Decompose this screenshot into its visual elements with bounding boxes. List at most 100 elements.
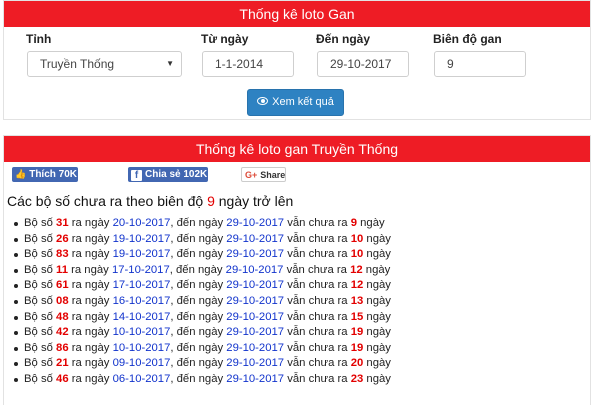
row-number: 61 [56,279,69,292]
row-label: , đến ngày [170,372,224,385]
to-date-label: Đến ngày [316,32,371,46]
row-label: vẫn chưa ra [287,217,348,229]
row-last-date: 10-10-2017 [112,341,171,354]
row-days: 12 [350,279,364,292]
row-label: ra ngày [71,341,110,354]
row-last-date: 06-10-2017 [112,372,171,385]
row-label: ra ngày [71,310,110,323]
row-label: ngày [366,341,391,354]
row-last-date: 20-10-2017 [112,217,171,229]
list-item: Bộ số 08 ra ngày 16-10-2017, đến ngày 29… [14,294,391,310]
row-last-date: 17-10-2017 [111,263,170,276]
row-end-date: 29-10-2017 [226,217,285,229]
row-end-date: 29-10-2017 [226,357,285,370]
row-label: ra ngày [71,326,110,339]
row-label: ngày [366,372,391,385]
row-end-date: 29-10-2017 [226,232,285,245]
row-number: 42 [56,326,69,339]
row-end-date: 29-10-2017 [226,294,285,307]
row-number: 11 [56,263,68,276]
row-label: , đến ngày [170,248,224,261]
row-label: ra ngày [71,357,110,370]
row-label: vẫn chưa ra [287,232,348,245]
row-end-date: 29-10-2017 [226,310,285,323]
row-label: ngày [366,232,391,245]
facebook-icon: f [131,170,142,181]
list-item: Bộ số 26 ra ngày 19-10-2017, đến ngày 29… [14,232,391,248]
row-label: , đến ngày [170,294,224,307]
row-label: Bộ số [24,341,53,354]
row-end-date: 29-10-2017 [225,263,284,276]
share-label: Chia sẻ 102K [145,169,208,180]
row-last-date: 16-10-2017 [112,294,171,307]
row-label: ra ngày [71,217,110,229]
row-label: ra ngày [71,279,110,292]
view-results-button[interactable]: Xem kết quả [247,89,344,116]
gplus-share-label: Share [260,170,286,180]
subtitle-prefix: Các bộ số chưa ra theo biên độ [7,193,204,209]
results-list: Bộ số 31 ra ngày 20-10-2017, đến ngày 29… [14,216,391,388]
search-form-panel: Thống kê loto Gan Tỉnh Truyền Thống ▼ Từ… [3,0,591,120]
province-select-value: Truyền Thống [40,57,115,71]
range-value: 9 [447,57,454,71]
province-select[interactable]: Truyền Thống ▼ [27,51,182,77]
row-label: ra ngày [71,232,110,245]
list-item: Bộ số 21 ra ngày 09-10-2017, đến ngày 29… [14,356,391,372]
row-label: vẫn chưa ra [286,263,347,276]
row-last-date: 09-10-2017 [112,357,171,370]
row-label: ngày [366,248,391,261]
row-label: vẫn chưa ra [287,248,348,261]
row-days: 19 [350,326,364,339]
row-label: , đến ngày [170,341,224,354]
to-date-input[interactable]: 29-10-2017 [317,51,409,77]
row-label: ra ngày [71,294,110,307]
row-end-date: 29-10-2017 [226,279,285,292]
row-days: 15 [350,310,364,323]
list-item: Bộ số 86 ra ngày 10-10-2017, đến ngày 29… [14,341,391,357]
row-label: Bộ số [24,232,53,245]
subtitle-range-value: 9 [207,193,215,209]
row-number: 21 [56,357,69,370]
like-label: Thích 70K [29,169,78,180]
row-end-date: 29-10-2017 [226,372,285,385]
row-number: 83 [56,248,69,261]
facebook-share-button[interactable]: f Chia sẻ 102K [128,167,208,182]
list-item: Bộ số 31 ra ngày 20-10-2017, đến ngày 29… [14,216,391,232]
facebook-like-button[interactable]: 👍 Thích 70K [12,167,78,182]
row-label: , đến ngày [170,232,224,245]
results-subtitle: Các bộ số chưa ra theo biên độ 9 ngày tr… [7,193,293,209]
list-item: Bộ số 11 ra ngày 17-10-2017, đến ngày 29… [14,263,391,279]
google-plus-icon: G+ [245,170,258,180]
row-label: vẫn chưa ra [287,357,348,370]
row-label: ra ngày [71,248,110,261]
row-label: vẫn chưa ra [287,310,348,323]
google-plus-share-button[interactable]: G+ Share [241,167,286,182]
row-label: ngày [360,217,385,229]
row-label: , đến ngày [170,217,224,229]
list-item: Bộ số 48 ra ngày 14-10-2017, đến ngày 29… [14,310,391,326]
results-panel-title: Thống kê loto gan Truyền Thống [4,136,590,162]
row-last-date: 19-10-2017 [112,248,171,261]
to-date-value: 29-10-2017 [330,57,392,71]
row-number: 08 [56,294,69,307]
row-days: 20 [350,357,364,370]
row-label: , đến ngày [170,357,224,370]
row-label: ngày [366,310,391,323]
row-number: 26 [56,232,69,245]
row-days: 19 [350,341,364,354]
row-label: Bộ số [24,372,53,385]
row-end-date: 29-10-2017 [226,326,285,339]
row-number: 31 [56,217,69,229]
row-label: ra ngày [71,263,109,276]
row-label: vẫn chưa ra [287,294,348,307]
row-number: 48 [56,310,69,323]
row-label: ra ngày [71,372,110,385]
row-label: Bộ số [24,263,53,276]
dropdown-arrow-icon: ▼ [166,59,174,68]
row-number: 86 [56,341,69,354]
from-date-input[interactable]: 1-1-2014 [202,51,294,77]
row-last-date: 17-10-2017 [112,279,171,292]
list-item: Bộ số 42 ra ngày 10-10-2017, đến ngày 29… [14,325,391,341]
row-label: Bộ số [24,248,53,261]
range-input[interactable]: 9 [434,51,526,77]
